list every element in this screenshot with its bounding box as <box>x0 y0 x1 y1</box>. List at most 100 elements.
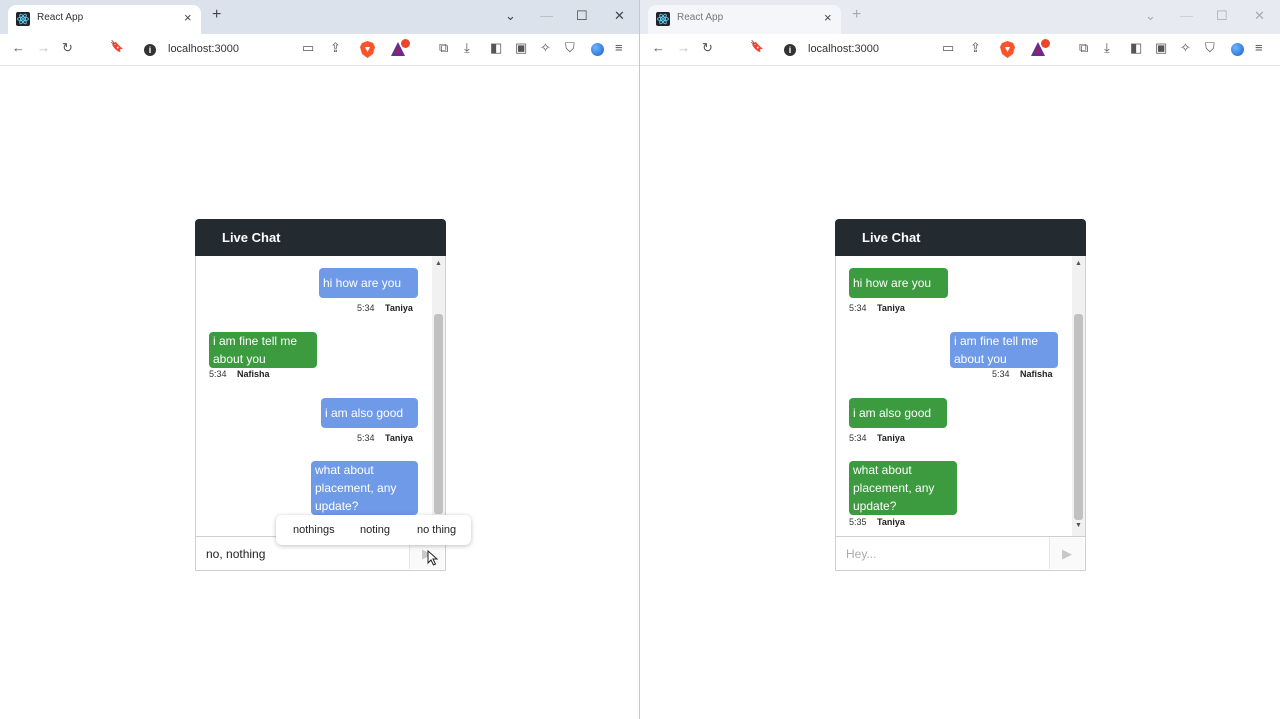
window-close-icon[interactable]: ✕ <box>614 8 625 24</box>
site-info-icon[interactable]: i <box>784 44 796 56</box>
vpn-icon[interactable]: ⛉ <box>565 40 575 56</box>
message-input[interactable] <box>837 538 1049 569</box>
menu-icon[interactable]: ≡ <box>615 40 623 55</box>
brave-shields-icon[interactable] <box>360 41 375 58</box>
chat-title: Live Chat <box>862 230 921 245</box>
chat-header: Live Chat <box>195 219 446 256</box>
scroll-down-icon[interactable]: ▼ <box>1075 522 1082 529</box>
bookmark-icon[interactable]: 🔖 <box>110 40 124 53</box>
react-favicon-icon <box>16 12 30 26</box>
scroll-up-icon[interactable]: ▲ <box>1075 260 1082 267</box>
message-list[interactable]: hi how are you 5:34 Taniya i am fine tel… <box>195 256 446 536</box>
share-icon[interactable]: ⇪ <box>330 40 341 56</box>
message-bubble: hi how are you <box>319 268 418 298</box>
chat-header: Live Chat <box>835 219 1086 256</box>
brave-shields-icon[interactable] <box>1000 41 1015 58</box>
scroll-thumb[interactable] <box>1074 314 1083 520</box>
address-bar[interactable]: localhost:3000 <box>808 43 879 55</box>
wallet-icon[interactable]: ▣ <box>515 40 527 56</box>
address-bar[interactable]: localhost:3000 <box>168 43 239 55</box>
back-icon[interactable]: ← <box>652 40 665 55</box>
tab-close-icon[interactable]: × <box>184 10 192 25</box>
reload-icon[interactable]: ↻ <box>702 40 713 56</box>
site-info-icon[interactable]: i <box>144 44 156 56</box>
message-bubble: i am also good <box>321 398 418 428</box>
chat-title: Live Chat <box>222 230 281 245</box>
tab-react-app[interactable]: React App × <box>8 5 201 34</box>
spell-suggestions: nothings noting no thing <box>276 515 471 545</box>
globe-icon[interactable] <box>1231 43 1244 56</box>
tab-title: React App <box>677 12 724 23</box>
cast-icon[interactable]: ▭ <box>302 40 314 56</box>
maximize-icon[interactable]: ☐ <box>1216 8 1228 24</box>
suggestion-item[interactable]: noting <box>360 524 390 536</box>
chat-footer: ▶ <box>835 536 1086 571</box>
message-bubble: what about placement, any update? <box>311 461 418 515</box>
leo-ai-icon[interactable]: ✧ <box>1180 40 1191 56</box>
vpn-icon[interactable]: ⛉ <box>1205 40 1215 56</box>
message-time: 5:34 <box>992 369 1010 379</box>
live-chat-widget: Live Chat hi how are you 5:34 Taniya i a… <box>835 219 1086 571</box>
reload-icon[interactable]: ↻ <box>62 40 73 56</box>
mouse-cursor-icon <box>427 550 439 566</box>
send-icon: ▶ <box>1062 546 1072 561</box>
download-icon[interactable]: ⤓ <box>464 40 470 56</box>
tab-title: React App <box>37 12 84 23</box>
maximize-icon[interactable]: ☐ <box>576 8 588 24</box>
forward-icon[interactable]: → <box>677 40 690 55</box>
tab-search-icon[interactable]: ⌄ <box>505 8 516 24</box>
sidebar-icon[interactable]: ◧ <box>1130 40 1142 56</box>
message-sender: Taniya <box>877 517 905 527</box>
browser-window-right: React App × + ⌄ — ☐ ✕ ← → ↻ 🔖 i localhos… <box>640 0 1280 719</box>
leo-ai-icon[interactable]: ✧ <box>540 40 551 56</box>
message-bubble: i am fine tell me about you <box>209 332 317 368</box>
message-sender: Taniya <box>385 433 413 443</box>
minimize-icon[interactable]: — <box>540 8 553 23</box>
message-time: 5:34 <box>357 303 375 313</box>
tab-react-app[interactable]: React App × <box>648 5 841 34</box>
extensions-icon[interactable]: ⧉ <box>439 40 448 56</box>
rewards-badge <box>1041 39 1050 48</box>
message-list[interactable]: hi how are you 5:34 Taniya i am fine tel… <box>835 256 1086 536</box>
message-sender: Taniya <box>385 303 413 313</box>
cast-icon[interactable]: ▭ <box>942 40 954 56</box>
suggestion-item[interactable]: nothings <box>293 524 335 536</box>
minimize-icon[interactable]: — <box>1180 8 1193 23</box>
message-time: 5:35 <box>849 517 867 527</box>
tab-close-icon[interactable]: × <box>824 10 832 25</box>
extensions-icon[interactable]: ⧉ <box>1079 40 1088 56</box>
message-time: 5:34 <box>849 433 867 443</box>
scrollbar[interactable]: ▲ <box>432 256 445 536</box>
message-time: 5:34 <box>357 433 375 443</box>
window-close-icon[interactable]: ✕ <box>1254 8 1265 24</box>
scrollbar[interactable]: ▲ ▼ <box>1072 256 1085 536</box>
forward-icon[interactable]: → <box>37 40 50 55</box>
bookmark-icon[interactable]: 🔖 <box>750 40 764 53</box>
scroll-up-icon[interactable]: ▲ <box>435 260 442 267</box>
message-sender: Nafisha <box>1020 369 1053 379</box>
scroll-thumb[interactable] <box>434 314 443 514</box>
message-sender: Taniya <box>877 303 905 313</box>
share-icon[interactable]: ⇪ <box>970 40 981 56</box>
message-time: 5:34 <box>209 369 227 379</box>
suggestion-item[interactable]: no thing <box>417 524 456 536</box>
back-icon[interactable]: ← <box>12 40 25 55</box>
tab-search-icon[interactable]: ⌄ <box>1145 8 1156 24</box>
browser-window-left: React App × + ⌄ — ☐ ✕ ← → ↻ 🔖 i localhos… <box>0 0 640 719</box>
download-icon[interactable]: ⤓ <box>1104 40 1110 56</box>
menu-icon[interactable]: ≡ <box>1255 40 1263 55</box>
message-bubble: hi how are you <box>849 268 948 298</box>
message-bubble: i am fine tell me about you <box>950 332 1058 368</box>
globe-icon[interactable] <box>591 43 604 56</box>
message-time: 5:34 <box>849 303 867 313</box>
rewards-badge <box>401 39 410 48</box>
wallet-icon[interactable]: ▣ <box>1155 40 1167 56</box>
new-tab-icon[interactable]: + <box>212 6 221 24</box>
message-bubble: i am also good <box>849 398 947 428</box>
react-favicon-icon <box>656 12 670 26</box>
sidebar-icon[interactable]: ◧ <box>490 40 502 56</box>
new-tab-icon[interactable]: + <box>852 6 861 24</box>
message-sender: Taniya <box>877 433 905 443</box>
send-button[interactable]: ▶ <box>1049 538 1084 569</box>
browser-toolbar: ← → ↻ 🔖 i localhost:3000 ▭ ⇪ ⧉ ⤓ ◧ ▣ ✧ ⛉… <box>640 34 1280 66</box>
